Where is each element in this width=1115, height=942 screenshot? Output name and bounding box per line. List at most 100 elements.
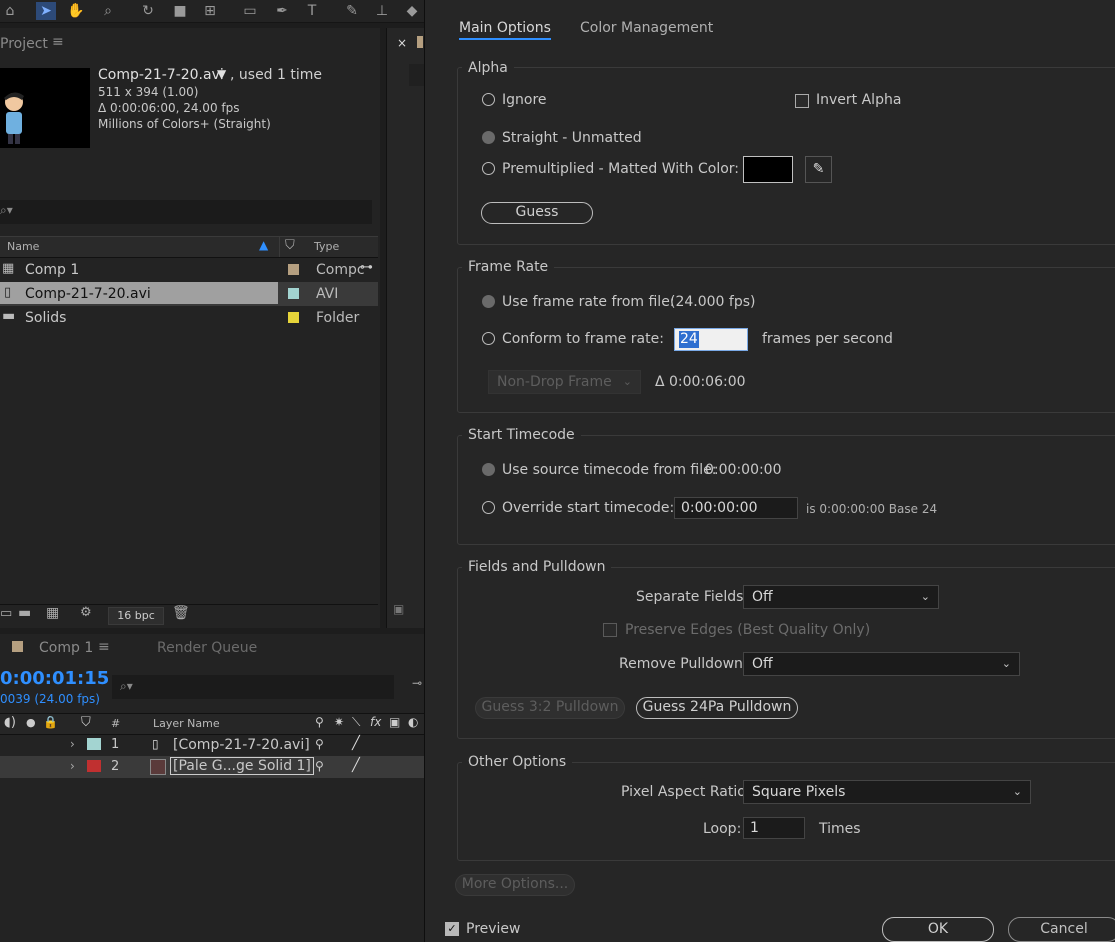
- new-composition-icon[interactable]: ▦: [46, 605, 59, 621]
- sort-ascending-icon[interactable]: ▲: [259, 238, 268, 252]
- quality-switch-icon[interactable]: ╱: [352, 736, 360, 751]
- layer-label-swatch[interactable]: [87, 738, 101, 750]
- override-timecode-radio[interactable]: [482, 501, 495, 514]
- current-timecode[interactable]: 0:00:01:15: [0, 668, 109, 689]
- rotate-tool-icon[interactable]: ↻: [138, 2, 158, 20]
- trash-icon[interactable]: 🗑: [172, 605, 190, 621]
- use-file-rate-radio[interactable]: [482, 295, 495, 308]
- project-settings-icon[interactable]: ⚙: [80, 605, 92, 620]
- conform-fps-input[interactable]: 24: [674, 328, 748, 351]
- invert-alpha-checkbox[interactable]: [795, 94, 809, 108]
- pen-tool-icon[interactable]: ✒: [272, 2, 292, 20]
- layer-name[interactable]: [Pale G...ge Solid 1]: [170, 757, 314, 775]
- quality-switch-icon[interactable]: ╱: [352, 758, 360, 773]
- quality-icon[interactable]: ⟍: [352, 715, 360, 730]
- type-tool-icon[interactable]: T: [302, 2, 322, 20]
- cancel-button[interactable]: Cancel: [1008, 917, 1115, 942]
- eyedropper-icon[interactable]: ✎: [805, 156, 832, 183]
- remove-pulldown-label: Remove Pulldown:: [619, 656, 748, 672]
- effects-icon[interactable]: fx: [370, 715, 381, 729]
- footage-dropdown-icon[interactable]: ▼: [217, 67, 226, 81]
- project-item-solids[interactable]: ▬ Solids Folder: [0, 306, 378, 330]
- tab-main-options[interactable]: Main Options: [459, 20, 551, 40]
- ignore-radio[interactable]: [482, 93, 495, 106]
- interpret-footage-icon[interactable]: ▭: [0, 606, 12, 621]
- layer-name-header[interactable]: Layer Name: [153, 717, 220, 730]
- override-timecode-input[interactable]: 0:00:00:00: [674, 497, 798, 519]
- ok-button[interactable]: OK: [882, 917, 994, 942]
- shy-switch-icon[interactable]: ⚲: [315, 737, 324, 751]
- brush-tool-icon[interactable]: ✎: [342, 2, 362, 20]
- close-icon[interactable]: ×: [397, 36, 407, 50]
- comp-flowchart-icon[interactable]: ⊸: [412, 676, 422, 690]
- timeline-search-input[interactable]: ⌕▾: [112, 675, 394, 699]
- zoom-tool-icon[interactable]: ⌕: [98, 2, 118, 20]
- label-column-icon[interactable]: ⛉: [285, 238, 295, 253]
- guess-24pa-pulldown-button[interactable]: Guess 24Pa Pulldown: [636, 697, 798, 719]
- eraser-tool-icon[interactable]: ◆: [402, 2, 422, 20]
- expand-chevron-icon[interactable]: ›: [70, 737, 75, 751]
- ignore-label: Ignore: [502, 92, 547, 108]
- guess-32-pulldown-button[interactable]: Guess 3:2 Pulldown: [475, 697, 625, 719]
- collapse-icon[interactable]: ✷: [334, 715, 344, 729]
- footage-thumbnail: [0, 68, 90, 148]
- rectangle-tool-icon[interactable]: ▭: [240, 2, 260, 20]
- tab-comp1[interactable]: Comp 1: [39, 640, 93, 656]
- guess-button[interactable]: Guess: [481, 202, 593, 224]
- tab-color-management[interactable]: Color Management: [580, 20, 713, 36]
- character-icon: [4, 92, 24, 144]
- label-color-swatch[interactable]: [288, 312, 299, 323]
- project-tab[interactable]: Project: [0, 36, 48, 52]
- conform-rate-radio[interactable]: [482, 332, 495, 345]
- flowchart-icon[interactable]: ⊶: [360, 260, 373, 275]
- straight-radio[interactable]: [482, 131, 495, 144]
- new-folder-icon[interactable]: ▬: [18, 605, 31, 621]
- footage-duration: Δ 0:00:06:00, 24.00 fps: [98, 101, 240, 115]
- expand-chevron-icon[interactable]: ›: [70, 759, 75, 773]
- preserve-edges-checkbox[interactable]: [603, 623, 617, 637]
- matte-color-swatch[interactable]: [743, 156, 793, 183]
- drop-frame-select[interactable]: Non-Drop Frame ⌄: [488, 370, 641, 394]
- use-source-timecode-radio[interactable]: [482, 463, 495, 476]
- project-search-input[interactable]: ⌕▾: [0, 200, 372, 224]
- shy-icon[interactable]: ⚲: [315, 715, 324, 729]
- panel-menu-icon[interactable]: ≡: [98, 639, 110, 655]
- more-options-button[interactable]: More Options...: [455, 874, 575, 896]
- frame-blend-icon[interactable]: ▣: [389, 715, 400, 729]
- audio-icon[interactable]: ◖): [4, 715, 16, 730]
- separate-fields-label: Separate Fields:: [636, 589, 749, 605]
- layer-label-swatch[interactable]: [87, 760, 101, 772]
- timeline-layer-row[interactable]: › 1 ▯ [Comp-21-7-20.avi] ⚲ ╱: [0, 734, 424, 756]
- loop-input[interactable]: 1: [743, 817, 805, 839]
- label-color-swatch[interactable]: [288, 288, 299, 299]
- footage-colors: Millions of Colors+ (Straight): [98, 117, 271, 131]
- tab-render-queue[interactable]: Render Queue: [157, 640, 257, 656]
- solo-icon[interactable]: ●: [26, 716, 36, 729]
- clone-stamp-tool-icon[interactable]: ⊥: [372, 2, 392, 20]
- layer-name[interactable]: [Comp-21-7-20.avi]: [173, 737, 310, 753]
- remove-pulldown-select[interactable]: Off ⌄: [743, 652, 1020, 676]
- pixel-aspect-select[interactable]: Square Pixels ⌄: [743, 780, 1031, 804]
- project-item-comp1[interactable]: ▦ Comp 1 Compc ⊶: [0, 258, 378, 282]
- bpc-button[interactable]: 16 bpc: [108, 607, 164, 625]
- type-column-header[interactable]: Type: [314, 240, 339, 253]
- separate-fields-select[interactable]: Off ⌄: [743, 585, 939, 609]
- premultiplied-radio[interactable]: [482, 162, 495, 175]
- name-column-header[interactable]: Name: [7, 240, 39, 253]
- snapshot-icon[interactable]: ▣: [393, 602, 404, 616]
- hand-tool-icon[interactable]: ✋: [66, 2, 86, 20]
- preview-checkbox[interactable]: ✓: [445, 922, 459, 936]
- camera-tool-icon[interactable]: ■: [170, 2, 190, 20]
- selection-tool-icon[interactable]: ➤: [36, 2, 56, 20]
- motion-blur-icon[interactable]: ◐: [408, 715, 418, 729]
- timeline-layer-row[interactable]: › 2 [Pale G...ge Solid 1] ⚲ ╱: [0, 756, 424, 778]
- frame-count: 0039 (24.00 fps): [0, 692, 100, 706]
- project-item-avi[interactable]: ▯ Comp-21-7-20.avi AVI: [0, 282, 378, 306]
- lock-icon[interactable]: 🔒: [43, 715, 58, 729]
- home-icon[interactable]: ⌂: [0, 2, 20, 20]
- shy-switch-icon[interactable]: ⚲: [315, 759, 324, 773]
- label-icon[interactable]: ⛉: [81, 715, 91, 730]
- pan-behind-tool-icon[interactable]: ⊞: [200, 2, 220, 20]
- panel-menu-icon[interactable]: ≡: [52, 34, 64, 50]
- label-color-swatch[interactable]: [288, 264, 299, 275]
